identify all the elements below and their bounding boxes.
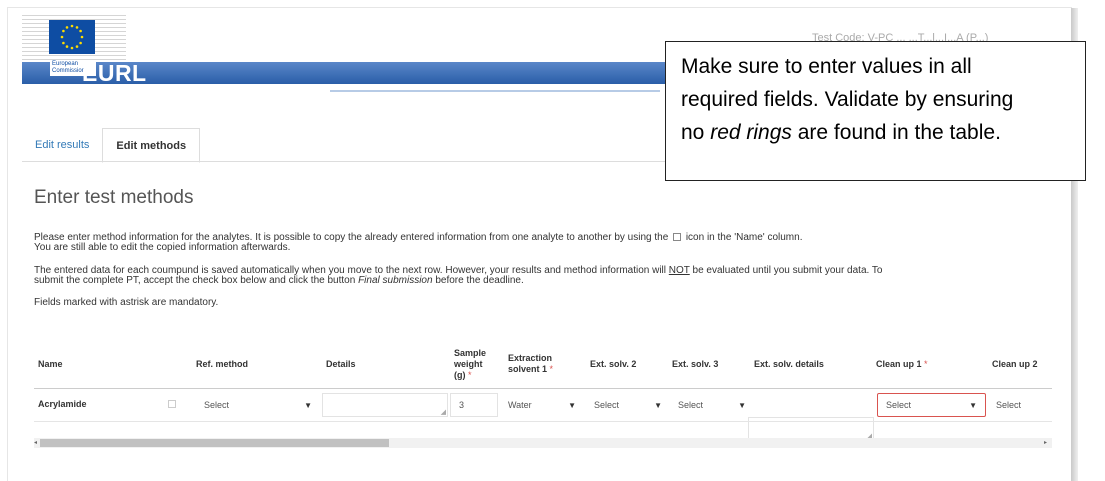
callout-line: no bbox=[681, 121, 705, 144]
dropdown-arrow-icon: ▼ bbox=[654, 400, 662, 410]
col-header-ext-solv-3: Ext. solv. 3 bbox=[672, 340, 752, 388]
row-divider bbox=[34, 421, 1052, 422]
callout-line: are found in the table. bbox=[797, 121, 1001, 144]
required-marker: * bbox=[924, 358, 928, 369]
instruction-text: submit the complete PT, accept the check… bbox=[34, 275, 356, 286]
dropdown-arrow-icon: ▼ bbox=[304, 400, 312, 410]
instruction-text: icon in the 'Name' column. bbox=[685, 232, 803, 243]
select-value: Select bbox=[594, 400, 620, 410]
final-submission-ref: Final submission bbox=[358, 275, 433, 286]
instruction-callout: Make sure to enter values in all require… bbox=[665, 41, 1086, 181]
extraction-solvent-1-select[interactable]: Water ▼ bbox=[500, 393, 584, 417]
col-header-ext-solv-2: Ext. solv. 2 bbox=[590, 340, 670, 388]
col-header-clean-up-1: Clean up 1 * bbox=[876, 340, 976, 388]
col-header-label: Ext. solv. details bbox=[754, 358, 824, 369]
ext-solv-2-select[interactable]: Select ▼ bbox=[586, 393, 670, 417]
dropdown-arrow-icon: ▼ bbox=[969, 400, 977, 410]
col-header-label: Extraction solvent 1 * bbox=[508, 353, 580, 375]
col-header-label-text: Clean up 1 bbox=[876, 358, 922, 369]
clean-up-2-select[interactable]: Select bbox=[988, 393, 1052, 417]
required-marker: * bbox=[468, 369, 472, 380]
site-title: EURL bbox=[82, 60, 147, 86]
select-value: Select bbox=[204, 400, 230, 410]
col-header-sample-weight: Sample weight (g) * bbox=[454, 340, 494, 388]
copy-icon[interactable] bbox=[168, 400, 176, 408]
callout-emphasis: red rings bbox=[710, 121, 792, 144]
col-header-label: Sample weight (g) * bbox=[454, 348, 494, 381]
col-header-label: Clean up 1 * bbox=[876, 359, 928, 370]
instruction-text: You are still able to edit the copied in… bbox=[34, 242, 291, 253]
instruction-text: before the deadline. bbox=[435, 275, 524, 286]
instruction-emphasis: NOT bbox=[668, 265, 690, 276]
sample-weight-input[interactable]: 3 bbox=[450, 393, 498, 417]
input-value: 3 bbox=[459, 400, 465, 410]
col-header-label: Details bbox=[326, 358, 356, 369]
col-header-label-text: Extraction solvent 1 bbox=[508, 353, 553, 374]
col-header-label: Ref. method bbox=[196, 358, 249, 369]
details-textarea[interactable]: ◢ bbox=[322, 393, 448, 417]
copy-icon bbox=[673, 233, 682, 242]
callout-line: Make sure to enter values in all bbox=[681, 55, 972, 78]
col-header-name: Name bbox=[38, 340, 178, 388]
ext-solv-3-select[interactable]: Select ▼ bbox=[670, 393, 754, 417]
header-row-divider bbox=[34, 388, 1052, 389]
dropdown-arrow-icon: ▼ bbox=[568, 400, 576, 410]
instruction-text: be evaluated until you submit your data.… bbox=[692, 265, 883, 276]
required-marker: * bbox=[549, 364, 554, 374]
page-title: Enter test methods bbox=[34, 187, 194, 208]
col-header-ref-method: Ref. method bbox=[196, 340, 306, 388]
dropdown-arrow-icon: ▼ bbox=[738, 400, 746, 410]
col-header-details: Details bbox=[326, 340, 436, 388]
col-header-label: Name bbox=[38, 358, 63, 369]
instruction-mandatory: Fields marked with astrisk are mandatory… bbox=[34, 297, 219, 308]
callout-line: required fields. Validate by ensuring bbox=[681, 88, 1014, 111]
col-header-label: Ext. solv. 3 bbox=[672, 358, 719, 369]
clean-up-1-select[interactable]: Select ▼ bbox=[877, 393, 986, 417]
scrollbar-thumb[interactable] bbox=[40, 439, 389, 447]
table-horizontal-scrollbar[interactable]: ◂ ▸ bbox=[34, 438, 1052, 448]
analyte-name-cell: Acrylamide bbox=[38, 392, 178, 416]
tab-edit-results[interactable]: Edit results bbox=[22, 128, 102, 162]
resize-grip-icon[interactable]: ◢ bbox=[441, 408, 446, 416]
select-value: Select bbox=[678, 400, 704, 410]
select-value: Water bbox=[508, 400, 532, 410]
tab-bar: Edit results Edit methods bbox=[22, 128, 201, 163]
instruction-save: The entered data for each coumpund is sa… bbox=[34, 266, 1044, 286]
header-divider bbox=[330, 90, 660, 92]
col-header-extraction-solvent-1: Extraction solvent 1 * bbox=[508, 340, 580, 388]
col-header-clean-up-2: Clean up 2 bbox=[992, 340, 1052, 388]
methods-table: Name Ref. method Details Sample weight (… bbox=[34, 340, 1052, 441]
col-header-ext-solv-details: Ext. solv. details bbox=[754, 340, 864, 388]
select-value: Select bbox=[996, 400, 1022, 410]
col-header-label: Clean up 2 bbox=[992, 358, 1038, 369]
instruction-copy: Please enter method information for the … bbox=[34, 233, 1044, 253]
select-value: Select bbox=[886, 400, 912, 410]
analyte-name: Acrylamide bbox=[38, 399, 87, 409]
eu-flag-icon bbox=[49, 20, 95, 54]
scroll-right-icon[interactable]: ▸ bbox=[1044, 438, 1050, 448]
col-header-label: Ext. solv. 2 bbox=[590, 358, 637, 369]
tab-edit-methods[interactable]: Edit methods bbox=[102, 128, 201, 163]
callout-text: Make sure to enter values in all require… bbox=[681, 50, 1085, 149]
ref-method-select[interactable]: Select ▼ bbox=[196, 393, 320, 417]
